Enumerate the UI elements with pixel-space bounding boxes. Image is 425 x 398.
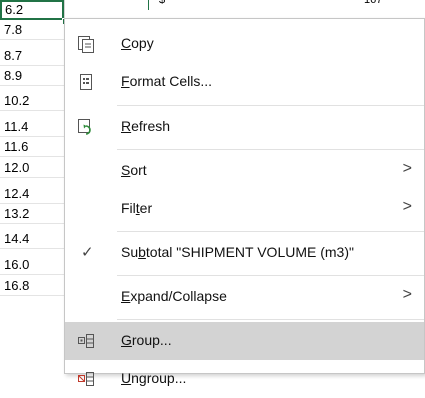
submenu-arrow-icon: > xyxy=(402,198,412,215)
grid-cell[interactable]: 16.8 xyxy=(0,276,64,296)
grid-cell[interactable]: 14.4 xyxy=(0,229,64,249)
grid-cell[interactable]: 12.0 xyxy=(0,158,64,178)
group-icon xyxy=(77,332,95,350)
submenu-arrow-icon: > xyxy=(402,286,412,303)
menu-item-copy[interactable]: Copy xyxy=(65,25,424,63)
menu-separator xyxy=(117,319,424,320)
menu-item-sort[interactable]: Sort > xyxy=(65,152,424,190)
menu-item-subtotal[interactable]: ✓ Subtotal "SHIPMENT VOLUME (m3)" xyxy=(65,234,424,272)
menu-item-label: Subtotal "SHIPMENT VOLUME (m3)" xyxy=(121,244,354,260)
menu-item-refresh[interactable]: Refresh xyxy=(65,108,424,146)
menu-item-label: Ungroup... xyxy=(121,370,187,386)
menu-item-expand-collapse[interactable]: Expand/Collapse > xyxy=(65,278,424,316)
format-cells-icon xyxy=(77,73,95,91)
menu-item-label: Expand/Collapse xyxy=(121,288,227,304)
menu-item-label: Sort xyxy=(121,162,147,178)
currency-fragment: $ xyxy=(159,0,166,6)
menu-item-label: Group... xyxy=(121,332,172,348)
menu-item-filter[interactable]: Filter > xyxy=(65,190,424,228)
ungroup-icon xyxy=(77,370,95,388)
menu-item-label: Filter xyxy=(121,200,153,216)
submenu-arrow-icon: > xyxy=(402,160,412,177)
menu-separator xyxy=(117,231,424,232)
menu-item-group[interactable]: Group... xyxy=(65,322,424,360)
grid-cell[interactable]: 10.2 xyxy=(0,91,64,111)
grid-cell[interactable]: 16.0 xyxy=(0,255,64,275)
menu-separator xyxy=(117,149,424,150)
menu-separator xyxy=(117,275,424,276)
grid-cell[interactable]: 11.6 xyxy=(0,137,64,157)
refresh-icon xyxy=(77,118,95,136)
grid-cell[interactable]: 8.7 xyxy=(0,46,64,66)
grid-cell-selected[interactable]: 6.2 xyxy=(0,0,64,20)
context-menu: Copy Format Cells... Refresh Sort > Filt… xyxy=(64,18,425,386)
checkmark-icon: ✓ xyxy=(81,244,94,261)
value-column: 6.2 7.8 8.7 8.9 10.2 11.4 11.6 12.0 12.4… xyxy=(0,0,65,374)
grid-cell[interactable]: 13.2 xyxy=(0,204,64,224)
grid-top-fragment: $ 167 xyxy=(148,0,425,10)
menu-item-label: Refresh xyxy=(121,118,171,134)
menu-item-label: Format Cells... xyxy=(121,73,213,89)
copy-icon xyxy=(77,35,95,53)
menu-separator xyxy=(117,105,424,106)
menu-item-format-cells[interactable]: Format Cells... xyxy=(65,63,424,101)
grid-cell[interactable]: 12.4 xyxy=(0,184,64,204)
menu-item-ungroup[interactable]: Ungroup... xyxy=(65,360,424,398)
grid-cell[interactable]: 7.8 xyxy=(0,20,64,40)
number-fragment: 167 xyxy=(364,0,383,6)
menu-item-label: Copy xyxy=(121,35,154,51)
grid-cell[interactable]: 8.9 xyxy=(0,66,64,86)
grid-cell[interactable]: 11.4 xyxy=(0,117,64,137)
